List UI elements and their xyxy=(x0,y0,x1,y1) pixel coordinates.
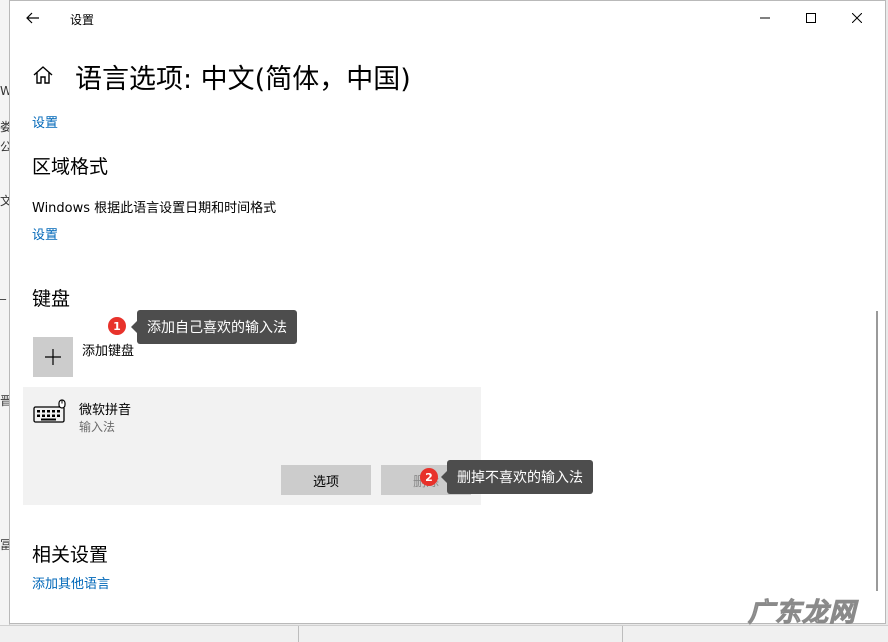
add-other-language-link[interactable]: 添加其他语言 xyxy=(32,573,110,592)
plus-icon xyxy=(45,349,61,365)
ime-type: 输入法 xyxy=(79,420,116,434)
minimize-button[interactable] xyxy=(742,1,788,35)
annotation-callout-2: 删掉不喜欢的输入法 xyxy=(441,460,593,494)
page-title: 语言选项: 中文(简体，中国) xyxy=(75,64,411,95)
arrow-left-icon xyxy=(26,12,39,24)
section-heading-region-format: 区域格式 xyxy=(32,156,109,178)
maximize-button[interactable] xyxy=(788,1,834,35)
divider xyxy=(622,626,623,642)
watermark-logo: 广东龙网 xyxy=(747,598,857,629)
title-bar: 设置 xyxy=(10,1,885,35)
annotation-marker-1: 1 xyxy=(108,317,126,335)
window-title: 设置 xyxy=(70,13,95,27)
options-button[interactable]: 选项 xyxy=(281,465,371,495)
ime-item-expanded[interactable]: 微软拼音 输入法 选项 删除 xyxy=(23,387,481,505)
maximize-icon xyxy=(806,13,816,23)
section-heading-related-settings: 相关设置 xyxy=(32,544,109,566)
annotation-callout-1: 添加自己喜欢的输入法 xyxy=(131,310,297,344)
background-text-fragment: _ xyxy=(0,286,6,300)
region-settings-link[interactable]: 设置 xyxy=(32,224,58,243)
home-icon[interactable] xyxy=(32,64,54,86)
close-button[interactable] xyxy=(834,1,880,35)
minimize-icon xyxy=(760,17,770,19)
close-icon xyxy=(852,13,862,23)
scrollbar[interactable] xyxy=(876,311,878,591)
section-heading-keyboard: 键盘 xyxy=(32,288,71,310)
back-button[interactable] xyxy=(16,1,50,35)
region-format-description: Windows 根据此语言设置日期和时间格式 xyxy=(32,201,277,216)
keyboard-icon xyxy=(33,399,66,423)
add-keyboard-button[interactable] xyxy=(33,337,73,377)
ime-name: 微软拼音 xyxy=(79,403,132,418)
add-keyboard-label[interactable]: 添加键盘 xyxy=(82,340,134,359)
annotation-marker-2: 2 xyxy=(420,468,438,486)
settings-link[interactable]: 设置 xyxy=(32,112,58,131)
divider xyxy=(298,626,299,642)
